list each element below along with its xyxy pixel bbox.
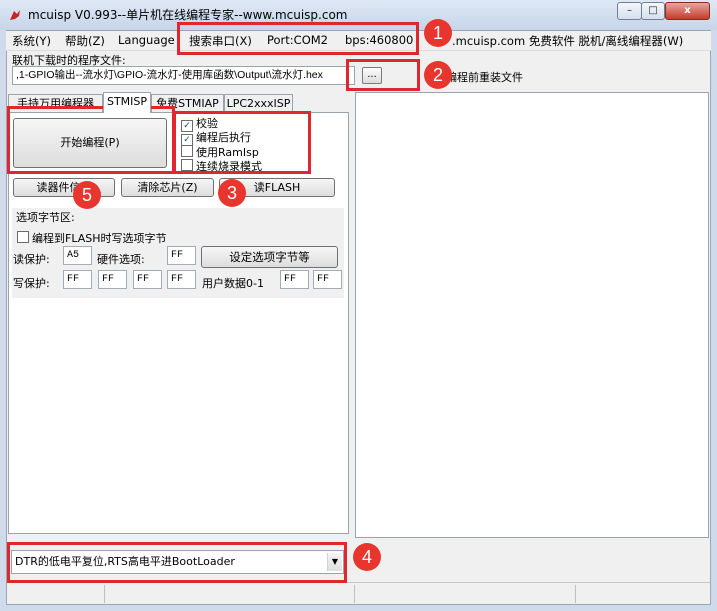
tab-stmisp[interactable]: STMISP <box>103 92 151 113</box>
annotation-badge: 4 <box>353 543 381 571</box>
status-divider <box>575 585 576 603</box>
minimize-button[interactable]: – <box>617 2 642 20</box>
read-protect-label: 读保护: <box>13 253 50 266</box>
tab-lpc2xxxisp[interactable]: LPC2xxxISP <box>224 94 293 112</box>
maximize-button[interactable]: □ <box>641 2 665 20</box>
annotation-badge: 2 <box>424 61 452 89</box>
set-option-bytes-button[interactable]: 设定选项字节等 <box>201 246 338 268</box>
log-footer <box>355 538 709 582</box>
erase-chip-button[interactable]: 清除芯片(Z) <box>121 178 214 197</box>
write-protect-label: 写保护: <box>13 277 50 290</box>
annotation-box-start <box>7 106 175 174</box>
annotation-box-port <box>177 22 419 55</box>
close-button[interactable]: x <box>665 2 710 20</box>
annotation-box-reset-mode <box>7 542 347 583</box>
hardware-option-field[interactable]: FF <box>167 246 196 265</box>
write-protect-field[interactable]: FF <box>98 270 127 289</box>
window-title: mcuisp V0.993--单片机在线编程专家--www.mcuisp.com <box>28 8 348 22</box>
read-protect-field[interactable]: A5 <box>63 246 92 265</box>
option-bytes-title: 选项字节区: <box>16 211 75 224</box>
output-log[interactable] <box>355 92 709 538</box>
app-icon <box>10 10 20 20</box>
hardware-option-label: 硬件选项: <box>97 253 145 266</box>
write-option-bytes-checkbox[interactable]: 编程到FLASH时写选项字节 <box>17 230 167 246</box>
user-data-field[interactable]: FF <box>280 270 309 289</box>
stmisp-panel <box>8 112 349 534</box>
checkbox-unchecked-icon <box>17 231 29 243</box>
menu-system[interactable]: 系统(Y) <box>12 33 51 49</box>
status-divider <box>354 585 355 603</box>
menu-language[interactable]: Language <box>118 33 175 49</box>
annotation-badge: 3 <box>218 179 246 207</box>
annotation-box-options <box>173 111 311 174</box>
program-file-path[interactable]: ,1-GPIO输出--流水灯\GPIO-流水灯-使用库函数\Output\流水灯… <box>12 66 355 85</box>
write-protect-field[interactable]: FF <box>63 270 92 289</box>
menu-website[interactable]: .mcuisp.com 免费软件 脱机/离线编程器(W) <box>452 33 683 49</box>
user-data-label: 用户数据0-1 <box>202 277 264 290</box>
menu-help[interactable]: 帮助(Z) <box>65 33 105 49</box>
write-protect-field[interactable]: FF <box>133 270 162 289</box>
annotation-badge: 5 <box>73 181 101 209</box>
reinstall-before-program-label[interactable]: 编程前重装文件 <box>446 69 523 85</box>
user-data-field[interactable]: FF <box>313 270 342 289</box>
annotation-badge: 1 <box>424 19 452 47</box>
write-protect-field[interactable]: FF <box>167 270 196 289</box>
write-option-bytes-label: 编程到FLASH时写选项字节 <box>32 232 167 245</box>
status-divider <box>104 585 105 603</box>
status-bar <box>7 582 710 604</box>
annotation-box-browse <box>346 59 420 91</box>
